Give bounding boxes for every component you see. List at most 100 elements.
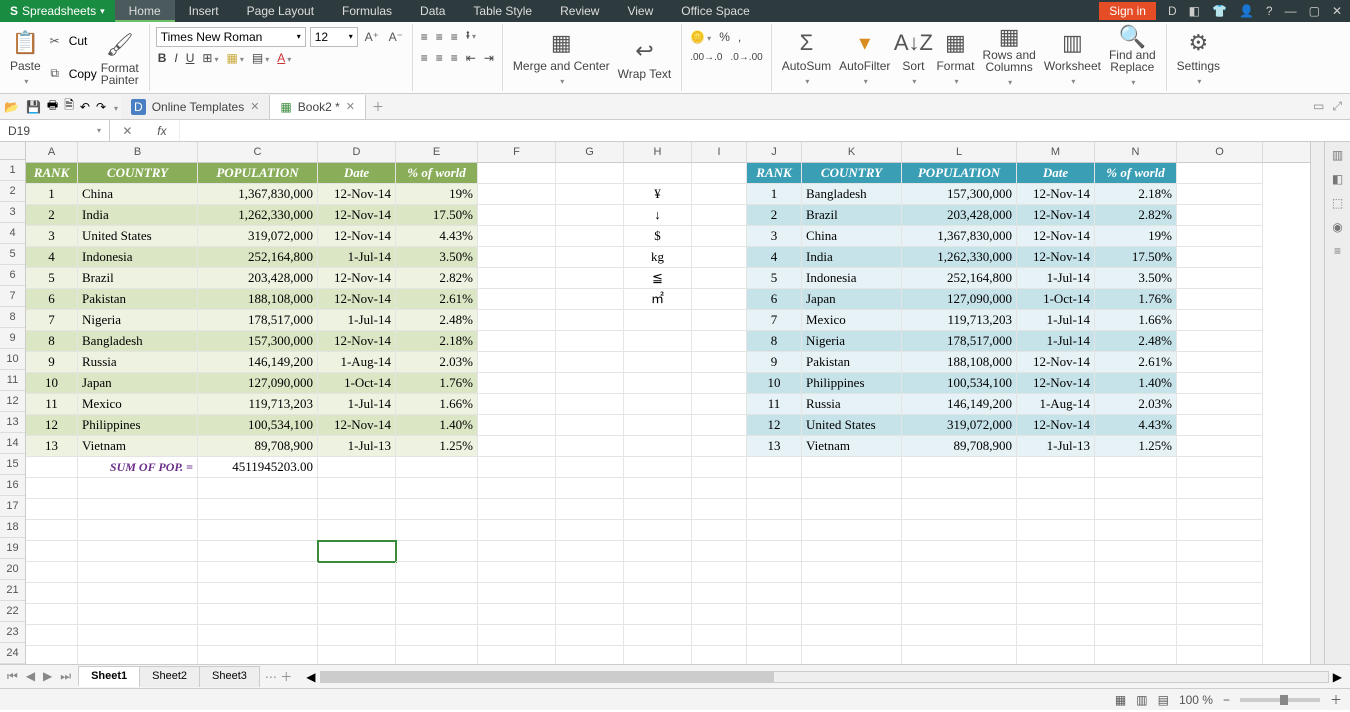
cell[interactable] — [692, 520, 747, 541]
cell[interactable]: Nigeria — [802, 331, 902, 352]
cell[interactable] — [478, 226, 556, 247]
menu-view[interactable]: View — [613, 0, 667, 22]
cell[interactable]: 17.50% — [1095, 247, 1177, 268]
cell[interactable] — [556, 625, 624, 646]
cell[interactable]: 178,517,000 — [902, 331, 1017, 352]
qat-more-icon[interactable] — [109, 100, 121, 114]
cell[interactable] — [902, 625, 1017, 646]
cell[interactable]: 2 — [26, 205, 78, 226]
fill-color-button[interactable]: ▦ — [225, 49, 246, 67]
row-header[interactable]: 8 — [0, 307, 25, 328]
cell[interactable]: 89,708,900 — [902, 436, 1017, 457]
undo-icon[interactable]: ↶ — [77, 100, 93, 114]
cell[interactable] — [556, 646, 624, 664]
tshirt-icon[interactable]: 👕 — [1212, 4, 1227, 18]
cell[interactable]: 7 — [747, 310, 802, 331]
cell[interactable] — [478, 247, 556, 268]
cell[interactable]: 1,262,330,000 — [902, 247, 1017, 268]
cell[interactable] — [556, 457, 624, 478]
cell[interactable]: Pakistan — [78, 289, 198, 310]
cell[interactable] — [26, 520, 78, 541]
cell[interactable] — [556, 289, 624, 310]
cell[interactable]: Japan — [78, 373, 198, 394]
col-header[interactable]: E — [396, 142, 478, 162]
cell[interactable]: 3.50% — [1095, 268, 1177, 289]
cell[interactable]: Pakistan — [802, 352, 902, 373]
cell[interactable] — [692, 205, 747, 226]
cell[interactable] — [318, 499, 396, 520]
cell[interactable] — [1177, 415, 1263, 436]
cell[interactable] — [692, 289, 747, 310]
cell[interactable]: COUNTRY — [78, 163, 198, 184]
cell[interactable] — [478, 583, 556, 604]
row-header[interactable]: 22 — [0, 601, 25, 622]
cell[interactable]: SUM OF POP. = — [78, 457, 198, 478]
view-reading-icon[interactable]: ▤ — [1158, 693, 1169, 707]
cell[interactable]: Indonesia — [802, 268, 902, 289]
cell[interactable]: 1-Jul-14 — [318, 394, 396, 415]
cell[interactable]: 203,428,000 — [198, 268, 318, 289]
cell[interactable] — [318, 646, 396, 664]
cell[interactable]: kg — [624, 247, 692, 268]
sheet-first-icon[interactable]: ⏮ — [4, 669, 21, 684]
indent-inc-button[interactable]: ⇥ — [482, 49, 496, 67]
cell[interactable] — [198, 646, 318, 664]
cell[interactable]: 9 — [747, 352, 802, 373]
cell[interactable] — [556, 583, 624, 604]
sort-button[interactable]: A↓ZSort — [894, 26, 932, 89]
cell[interactable]: Japan — [802, 289, 902, 310]
sidepanel-clip-icon[interactable]: ◉ — [1332, 220, 1342, 234]
cell-style-button[interactable]: ▤ — [250, 49, 271, 67]
tab-book2[interactable]: ▦ Book2 * ✕ — [270, 95, 366, 119]
cell[interactable] — [902, 520, 1017, 541]
cell[interactable]: 12-Nov-14 — [1017, 205, 1095, 226]
cell[interactable] — [802, 499, 902, 520]
cell[interactable]: 1-Jul-14 — [1017, 310, 1095, 331]
cell[interactable] — [624, 520, 692, 541]
cell[interactable]: China — [802, 226, 902, 247]
cell[interactable]: Nigeria — [78, 310, 198, 331]
increase-font-icon[interactable]: A⁺ — [362, 27, 382, 47]
cell[interactable] — [692, 184, 747, 205]
cell[interactable] — [692, 268, 747, 289]
cell[interactable] — [78, 541, 198, 562]
cell[interactable] — [902, 646, 1017, 664]
cell[interactable] — [692, 562, 747, 583]
align-right-button[interactable]: ≡ — [449, 49, 460, 67]
cell[interactable] — [26, 646, 78, 664]
row-header[interactable]: 4 — [0, 223, 25, 244]
cell[interactable]: 1 — [747, 184, 802, 205]
menu-review[interactable]: Review — [546, 0, 613, 22]
cell[interactable]: 12-Nov-14 — [318, 205, 396, 226]
sidepanel-prop-icon[interactable]: ≡ — [1334, 244, 1341, 258]
cell[interactable] — [478, 646, 556, 664]
cell[interactable] — [26, 457, 78, 478]
cell[interactable] — [556, 226, 624, 247]
cell[interactable] — [396, 646, 478, 664]
cell[interactable] — [318, 520, 396, 541]
cell[interactable] — [1095, 646, 1177, 664]
row-header[interactable]: 10 — [0, 349, 25, 370]
cell[interactable] — [26, 478, 78, 499]
cell[interactable] — [198, 520, 318, 541]
vscrollbar[interactable] — [1310, 142, 1324, 664]
cell[interactable]: 1-Aug-14 — [1017, 394, 1095, 415]
cell[interactable] — [747, 541, 802, 562]
row-header[interactable]: 7 — [0, 286, 25, 307]
cut-button[interactable]: ✂Cut — [45, 31, 97, 52]
name-box[interactable]: D19▾ — [0, 120, 110, 141]
select-all-corner[interactable] — [0, 142, 26, 160]
cell[interactable] — [692, 499, 747, 520]
cell[interactable] — [692, 373, 747, 394]
align-middle-button[interactable]: ≡ — [434, 28, 445, 46]
cell[interactable] — [1177, 625, 1263, 646]
cell[interactable] — [1017, 625, 1095, 646]
cell[interactable]: 1,367,830,000 — [902, 226, 1017, 247]
col-header[interactable]: D — [318, 142, 396, 162]
cell[interactable] — [198, 625, 318, 646]
sidepanel-style-icon[interactable]: ◧ — [1332, 172, 1343, 186]
indent-dec-button[interactable]: ⇤ — [464, 49, 478, 67]
cell[interactable] — [802, 562, 902, 583]
cell[interactable] — [556, 520, 624, 541]
docer-icon[interactable]: D — [1168, 4, 1177, 18]
